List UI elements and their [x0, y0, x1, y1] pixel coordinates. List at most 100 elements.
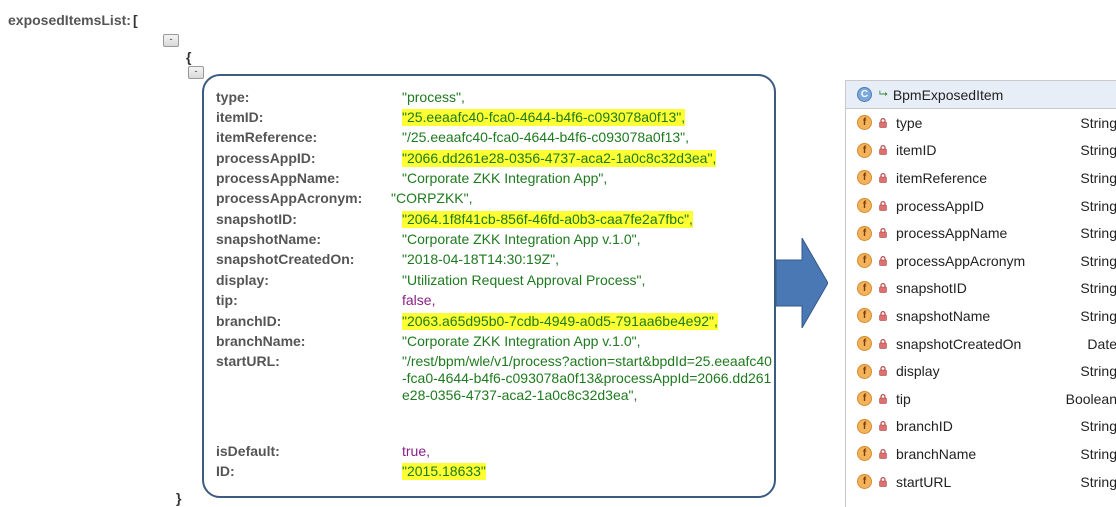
field-type: Boolean: [1065, 390, 1116, 407]
json-value: "/25.eeaafc40-fca0-4644-b4f6-c093078a0f1…: [402, 129, 690, 145]
field-icon: f: [857, 142, 872, 158]
open-bracket: [: [132, 12, 138, 28]
field-type: String: [1080, 280, 1116, 297]
bean-icon: ⮡: [879, 88, 888, 100]
json-key: processAppAcronym:: [216, 190, 363, 206]
field-name: itemReference: [896, 169, 988, 186]
field-icon: f: [857, 225, 872, 241]
json-value: "25.eeaafc40-fca0-4644-b4f6-c093078a0f13…: [402, 109, 686, 126]
field-row-itemreference[interactable]: f itemReference String: [846, 164, 1116, 192]
private-lock-icon: [879, 421, 887, 432]
field-icon: f: [857, 474, 872, 490]
field-row-starturl[interactable]: f startURL String: [846, 468, 1116, 496]
field-icon: f: [857, 170, 872, 186]
json-object-panel: type: "process", itemID: "25.eeaafc40-fca0…: [202, 74, 776, 498]
field-name: snapshotCreatedOn: [896, 335, 1022, 352]
json-value: "2018-04-18T14:30:19Z",: [402, 251, 560, 267]
field-icon: f: [857, 115, 872, 131]
field-row-type[interactable]: f type String: [846, 109, 1116, 137]
field-icon-letter: f: [862, 282, 867, 294]
json-value: "Corporate ZKK Integration App v.1.0",: [402, 231, 641, 247]
field-row-processappacronym[interactable]: f processAppAcronym String: [846, 247, 1116, 275]
json-key: display:: [216, 272, 269, 288]
field-type: Date: [1087, 335, 1116, 352]
class-icon-letter: C: [860, 89, 869, 100]
collapse-label: -: [194, 66, 198, 76]
field-row-branchname[interactable]: f branchName String: [846, 440, 1116, 468]
field-name: itemID: [896, 142, 937, 159]
field-icon: f: [857, 308, 872, 324]
field-row-snapshotcreatedon[interactable]: f snapshotCreatedOn Date: [846, 330, 1116, 358]
field-row-itemid[interactable]: f itemID String: [846, 137, 1116, 165]
json-value: false,: [402, 292, 436, 308]
field-icon: f: [857, 446, 872, 462]
field-icon-letter: f: [862, 448, 867, 460]
field-type: String: [1080, 473, 1116, 490]
field-icon-letter: f: [862, 117, 867, 129]
field-icon: f: [857, 253, 872, 269]
json-key: tip:: [216, 292, 238, 308]
json-value: "2066.dd261e28-0356-4737-aca2-1a0c8c32d3…: [402, 150, 717, 167]
field-name: display: [896, 363, 940, 380]
field-row-branchid[interactable]: f branchID String: [846, 413, 1116, 441]
field-name: branchID: [896, 418, 953, 435]
field-type: String: [1080, 418, 1116, 435]
field-row-tip[interactable]: f tip Boolean: [846, 385, 1116, 413]
field-row-display[interactable]: f display String: [846, 357, 1116, 385]
json-key: isDefault:: [216, 443, 280, 459]
field-icon-letter: f: [862, 200, 867, 212]
field-name: processAppAcronym: [896, 252, 1026, 269]
class-name: BpmExposedItem: [892, 86, 1004, 103]
field-name: snapshotName: [896, 307, 991, 324]
collapse-list-button[interactable]: -: [163, 34, 179, 47]
json-key: snapshotCreatedOn:: [216, 251, 355, 267]
private-lock-icon: [879, 338, 887, 349]
collapse-object-button[interactable]: -: [188, 66, 204, 79]
private-lock-icon: [879, 448, 887, 459]
json-key: itemID:: [216, 109, 264, 125]
field-row-processappname[interactable]: f processAppName String: [846, 219, 1116, 247]
private-lock-icon: [879, 145, 887, 156]
field-row-processappid[interactable]: f processAppID String: [846, 192, 1116, 220]
field-name: branchName: [896, 445, 977, 462]
private-lock-icon: [879, 393, 887, 404]
field-type: String: [1080, 169, 1116, 186]
private-lock-icon: [879, 283, 887, 294]
field-icon: f: [857, 418, 872, 434]
field-list: f type String f itemID String f itemReference St…: [846, 109, 1116, 495]
json-value: "Corporate ZKK Integration App",: [402, 170, 608, 186]
field-type: String: [1080, 142, 1116, 159]
field-name: type: [896, 114, 923, 131]
private-lock-icon: [879, 476, 887, 487]
field-type: String: [1080, 225, 1116, 242]
field-icon: f: [857, 198, 872, 214]
field-row-snapshotid[interactable]: f snapshotID String: [846, 275, 1116, 303]
field-name: processAppName: [896, 225, 1008, 242]
json-key: ID:: [216, 463, 235, 479]
json-key: processAppID:: [216, 150, 316, 166]
private-lock-icon: [879, 117, 887, 128]
field-icon: f: [857, 363, 872, 379]
close-brace: }: [176, 490, 182, 506]
field-icon-letter: f: [862, 310, 867, 322]
json-value: "process",: [402, 89, 465, 105]
field-name: startURL: [896, 473, 952, 490]
json-value: "CORPZKK",: [391, 190, 473, 206]
field-icon-letter: f: [862, 172, 867, 184]
json-value: true,: [402, 443, 431, 459]
json-key: processAppName:: [216, 170, 340, 186]
field-row-snapshotname[interactable]: f snapshotName String: [846, 302, 1116, 330]
field-type: String: [1080, 445, 1116, 462]
field-icon-letter: f: [862, 365, 867, 377]
json-key: branchID:: [216, 313, 282, 329]
field-icon-letter: f: [862, 144, 867, 156]
field-icon: f: [857, 280, 872, 296]
json-value: "/rest/bpm/wle/v1/process?action=start&b…: [402, 353, 772, 403]
collapse-label: -: [169, 34, 173, 44]
field-type: String: [1080, 307, 1116, 324]
class-header[interactable]: C ⮡ BpmExposedItem: [846, 81, 1116, 109]
field-type: String: [1080, 114, 1116, 131]
json-key: type:: [216, 89, 250, 105]
field-icon-letter: f: [862, 255, 867, 267]
json-key: snapshotID:: [216, 211, 297, 227]
